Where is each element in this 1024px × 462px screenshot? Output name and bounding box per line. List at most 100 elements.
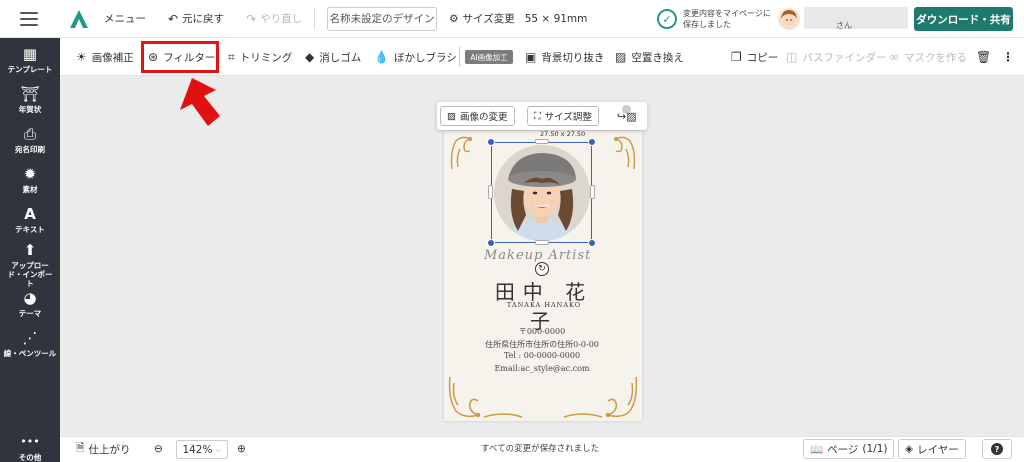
- zoom-in-button[interactable]: ⊕: [237, 436, 246, 462]
- resize-handle-bottom-right[interactable]: [588, 239, 596, 247]
- save-status-text: 変更内容をマイページに保存しました: [683, 9, 771, 29]
- card-name-english[interactable]: TANAKA HANAKO: [504, 301, 584, 309]
- card-subtitle[interactable]: Makeup Artist: [484, 248, 604, 263]
- image-dimensions-label: 27.50 x 27.50: [540, 130, 586, 138]
- app-logo[interactable]: [68, 8, 90, 30]
- zoom-value: 142%: [182, 443, 213, 456]
- new-year-icon: ⛩: [20, 85, 40, 103]
- menu-label[interactable]: メニュー: [104, 11, 146, 26]
- card-postal-code[interactable]: 〒000-0000: [470, 326, 614, 337]
- resize-handle-top-right[interactable]: [588, 138, 596, 146]
- check-circle-icon: ✓: [657, 9, 677, 29]
- chevron-down-icon: ⌵: [215, 444, 222, 454]
- sidebar-item-text[interactable]: A テキスト: [0, 206, 60, 234]
- page-label: ページ: [827, 443, 859, 456]
- image-icon: ▨: [447, 110, 456, 122]
- resize-handle-right[interactable]: [590, 185, 595, 199]
- redo-button[interactable]: ↷ やり直し: [246, 11, 302, 26]
- rotate-icon[interactable]: ↻: [535, 262, 549, 276]
- layer-button[interactable]: ◈ レイヤー: [898, 439, 966, 459]
- resize-handle-top[interactable]: [535, 139, 549, 144]
- zoom-out-icon: ⊖: [154, 443, 163, 455]
- sidebar-item-label: アップロード・インポート: [7, 261, 53, 288]
- printer-icon: ⎙: [23, 125, 36, 143]
- pathfinder-button[interactable]: ◫ パスファインダー: [786, 38, 886, 76]
- sidebar-item-upload[interactable]: ⬆ アップロード・インポート: [0, 242, 60, 288]
- ai-edit-badge: AI画像加工: [465, 50, 513, 64]
- eraser-label: 消しゴム: [319, 51, 362, 64]
- copy-button[interactable]: ❐ コピー: [731, 38, 778, 76]
- trimming-label: トリミング: [239, 51, 293, 64]
- copy-icon: ❐: [731, 50, 742, 64]
- replace-image-icon[interactable]: ↪▨: [617, 110, 637, 123]
- eraser-button[interactable]: ◆ 消しゴム: [305, 38, 361, 76]
- size-change-button[interactable]: ⚙ サイズ変更 55 × 91mm: [449, 11, 587, 26]
- pathfinder-label: パスファインダー: [802, 51, 887, 64]
- more-options-button[interactable]: ⋮: [1002, 38, 1014, 76]
- resize-handle-top-left[interactable]: [487, 138, 495, 146]
- eraser-icon: ◆: [305, 50, 315, 64]
- bg-removal-button[interactable]: ▣ 背景切り抜き: [525, 38, 604, 76]
- trimming-button[interactable]: ⌗ トリミング: [228, 38, 292, 76]
- username-suffix: さん: [836, 21, 852, 30]
- kebab-menu-icon: ⋮: [1002, 50, 1014, 64]
- resize-button[interactable]: ⛶ サイズ調整: [527, 106, 599, 126]
- hamburger-menu-icon[interactable]: [20, 11, 38, 26]
- page-button[interactable]: 📖 ページ (1/1): [803, 439, 895, 459]
- mask-icon: ∞: [889, 50, 899, 64]
- sidebar-item-label: 宛名印刷: [15, 145, 45, 154]
- resize-handle-bottom[interactable]: [535, 240, 549, 245]
- mask-button[interactable]: ∞ マスクを作る: [889, 38, 967, 76]
- crop-icon: ⌗: [228, 49, 235, 64]
- palette-icon: ◕: [23, 289, 37, 307]
- resize-handle-bottom-left[interactable]: [487, 239, 495, 247]
- sidebar-item-materials[interactable]: ✹ 素材: [0, 166, 60, 194]
- text-icon: A: [24, 205, 36, 223]
- card-address[interactable]: 住所県住所市住所の住所0-0-00: [470, 339, 614, 350]
- sidebar-item-theme[interactable]: ◕ テーマ: [0, 290, 60, 318]
- saved-message: すべての変更が保存されました: [481, 444, 600, 454]
- avatar[interactable]: [778, 8, 800, 30]
- more-icon: •••: [20, 435, 40, 448]
- image-selection-box[interactable]: [491, 142, 592, 243]
- image-correction-button[interactable]: ☀ 画像補正: [76, 38, 134, 76]
- avatar-icon: [778, 8, 800, 30]
- sidebar-item-label: テーマ: [18, 309, 42, 318]
- sidebar-item-pen-tool[interactable]: ⋰ 線・ペンツール: [0, 330, 60, 358]
- pen-icon: ⋰: [22, 329, 38, 347]
- resize-label: サイズ調整: [544, 112, 592, 123]
- sidebar-item-new-year[interactable]: ⛩ 年賀状: [0, 86, 60, 114]
- sidebar-item-label: 年賀状: [18, 105, 42, 114]
- sky-replace-button[interactable]: ▨ 空置き換え: [615, 38, 684, 76]
- change-image-button[interactable]: ▨ 画像の変更: [440, 106, 515, 126]
- zoom-select[interactable]: 142% ⌵: [176, 440, 228, 459]
- redo-icon: ↷: [246, 11, 257, 26]
- card-tel[interactable]: Tel : 00-0000-0000: [470, 351, 614, 360]
- blur-brush-button[interactable]: 💧 ぼかしブラシ: [374, 38, 457, 76]
- sidebar-item-label: 線・ペンツール: [3, 349, 57, 358]
- image-correction-label: 画像補正: [91, 51, 134, 64]
- expand-icon: ⛶: [534, 110, 541, 122]
- sidebar-item-other[interactable]: ••• その他: [0, 434, 60, 462]
- help-button[interactable]: ?: [982, 439, 1012, 459]
- sidebar-item-label: テキスト: [15, 225, 45, 234]
- download-share-button[interactable]: ダウンロード・共有: [914, 7, 1013, 31]
- resize-handle-left[interactable]: [488, 185, 493, 199]
- sidebar-item-template[interactable]: ▦ テンプレート: [0, 46, 60, 74]
- trash-icon: 🗑: [976, 50, 992, 64]
- image-icon: ▨: [615, 50, 627, 64]
- question-icon: ?: [991, 443, 1003, 455]
- sidebar-item-address-print[interactable]: ⎙ 宛名印刷: [0, 126, 60, 154]
- gear-icon: ✹: [23, 165, 37, 183]
- sidebar-item-label: その他: [18, 453, 42, 462]
- header-divider: [314, 7, 316, 30]
- undo-icon: ↶: [168, 11, 179, 26]
- blur-brush-label: ぼかしブラシ: [393, 51, 457, 64]
- finish-preview-button[interactable]: 🗎 仕上がり: [76, 436, 130, 462]
- delete-button[interactable]: 🗑: [976, 38, 991, 76]
- design-name-field[interactable]: 名称未設定のデザイン: [327, 6, 438, 31]
- zoom-out-button[interactable]: ⊖: [154, 436, 163, 462]
- toolbar-divider: [459, 47, 460, 67]
- undo-button[interactable]: ↶ 元に戻す: [168, 11, 224, 26]
- card-email[interactable]: Email:ac_style@ac.com: [470, 364, 614, 373]
